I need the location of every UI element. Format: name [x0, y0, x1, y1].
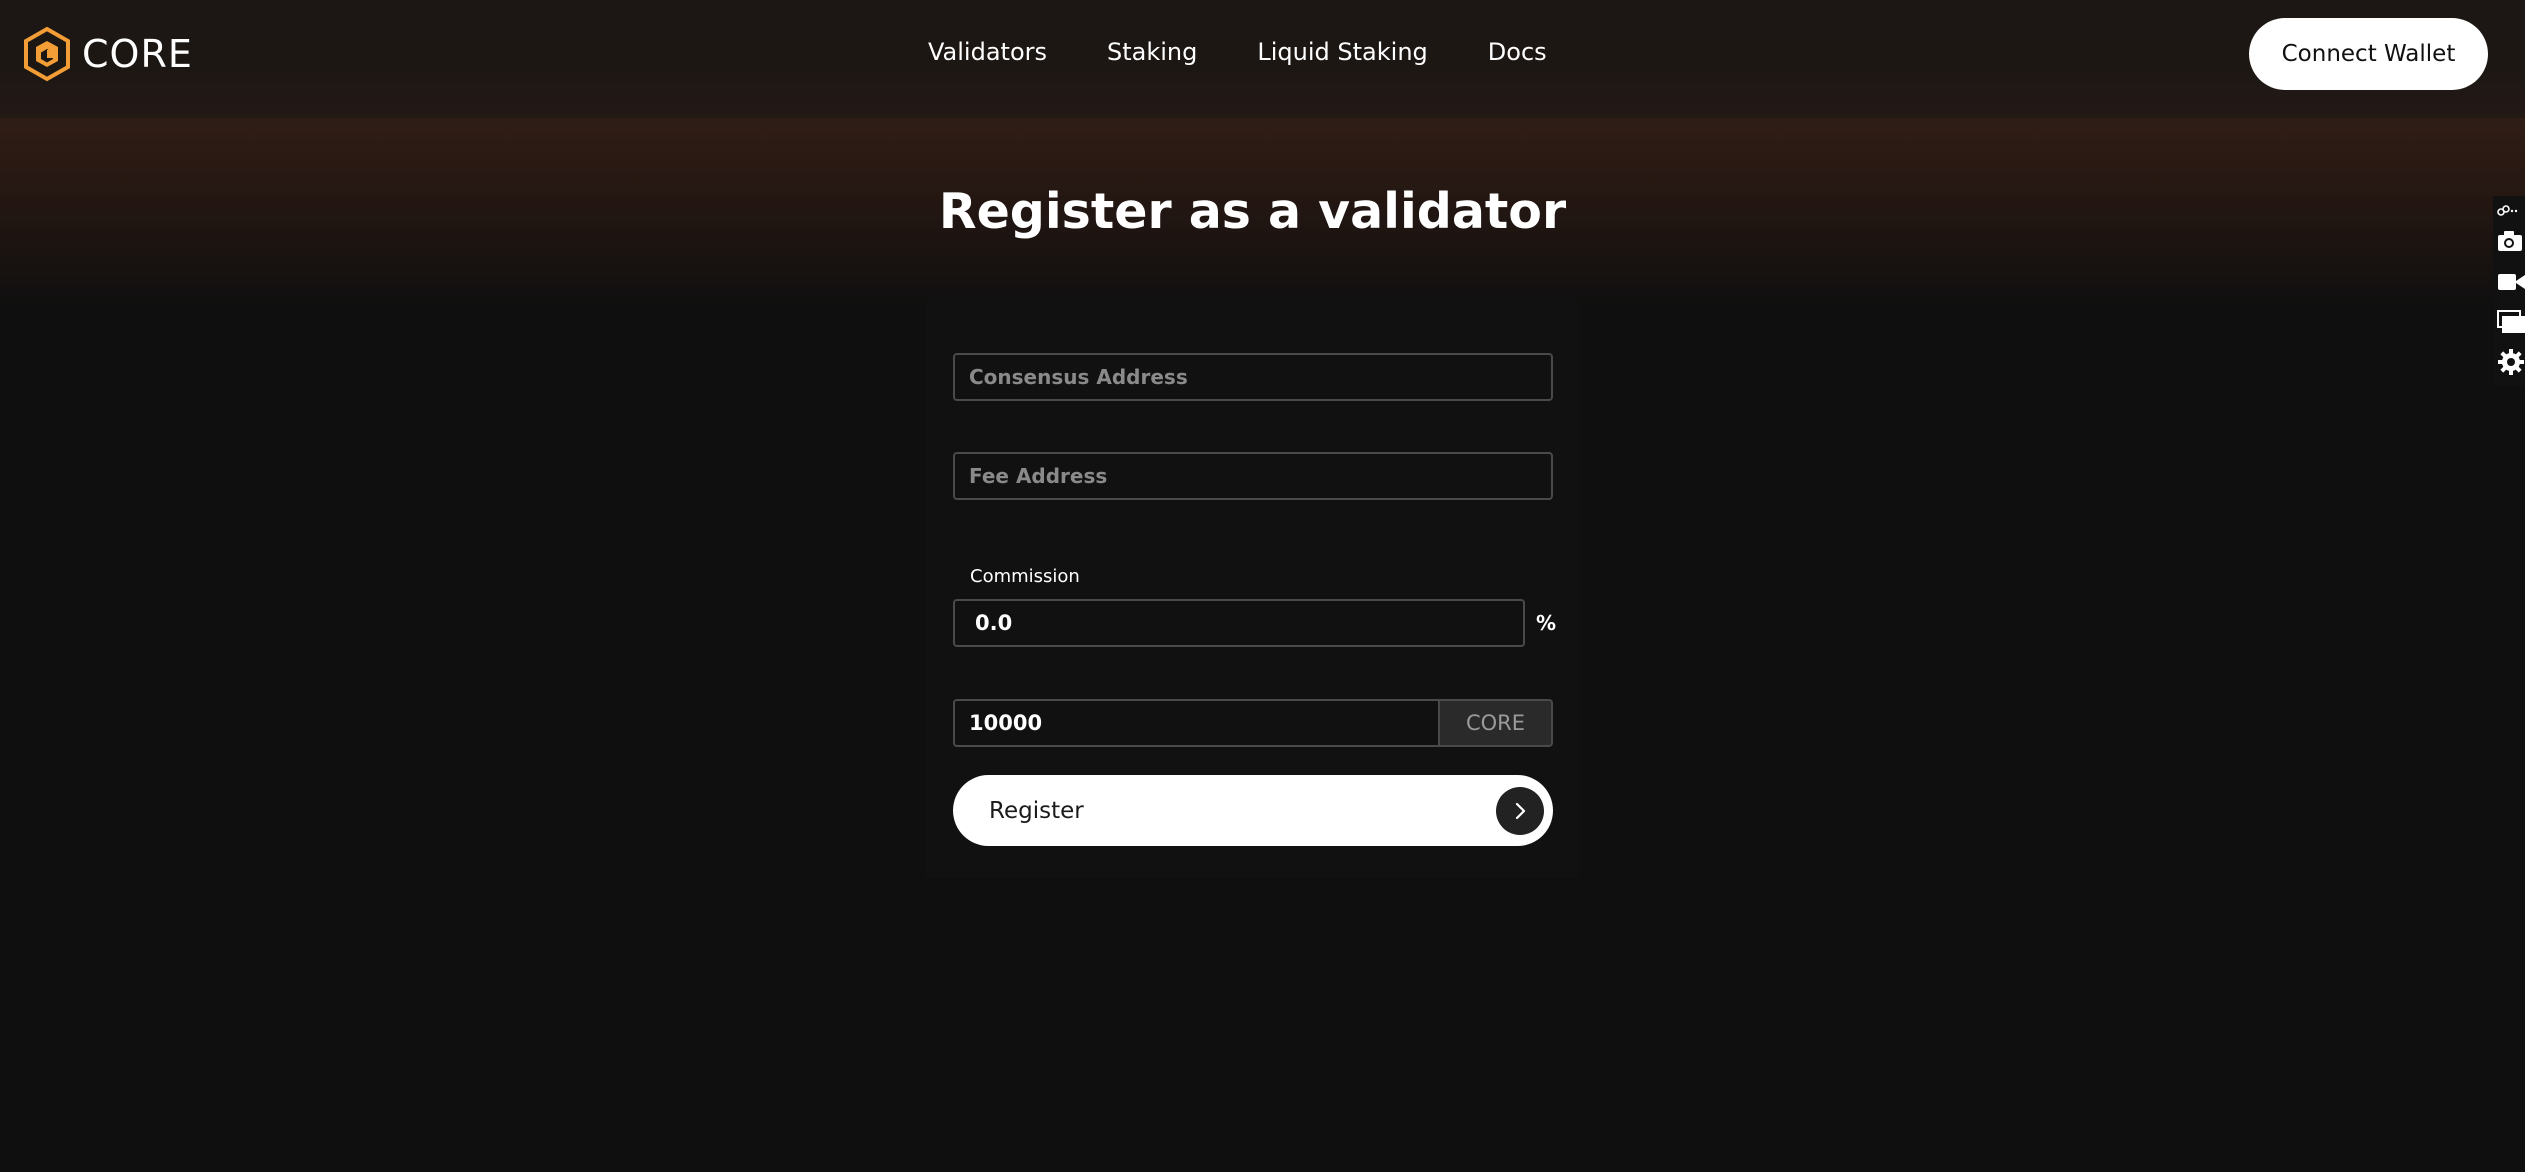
nav-item-validators[interactable]: Validators	[928, 34, 1047, 70]
nav-item-docs[interactable]: Docs	[1488, 34, 1547, 70]
logo-text: CORE	[82, 32, 193, 76]
core-unit-label: CORE	[1438, 699, 1553, 747]
nav-item-staking[interactable]: Staking	[1107, 34, 1197, 70]
stake-amount-input[interactable]	[953, 699, 1438, 747]
consensus-address-input[interactable]	[953, 353, 1553, 401]
video-icon[interactable]	[2497, 272, 2525, 292]
register-button-label: Register	[989, 798, 1084, 824]
core-hexagon-icon	[24, 26, 70, 82]
percent-unit: %	[1536, 611, 1557, 635]
nav-item-liquid-staking[interactable]: Liquid Staking	[1257, 34, 1427, 70]
register-button[interactable]: Register	[953, 775, 1553, 846]
connect-wallet-button[interactable]: Connect Wallet	[2249, 18, 2488, 90]
page: CORE Validators Staking Liquid Staking D…	[0, 0, 2525, 1172]
window-icon[interactable]	[2497, 310, 2525, 334]
fee-address-input[interactable]	[953, 452, 1553, 500]
stake-amount-group: CORE	[953, 699, 1553, 747]
page-title: Register as a validator	[938, 183, 1567, 240]
top-header: CORE Validators Staking Liquid Staking D…	[0, 0, 2525, 118]
gear-icon[interactable]	[2497, 348, 2525, 376]
camera-icon[interactable]	[2497, 230, 2523, 252]
link-icon[interactable]	[2497, 204, 2519, 218]
chevron-right-icon	[1496, 787, 1544, 835]
main-nav: Validators Staking Liquid Staking Docs	[928, 34, 1547, 70]
core-logo[interactable]: CORE	[22, 26, 193, 82]
floating-toolbar	[2493, 196, 2525, 386]
commission-input[interactable]	[953, 599, 1525, 647]
commission-label: Commission	[970, 566, 1080, 587]
